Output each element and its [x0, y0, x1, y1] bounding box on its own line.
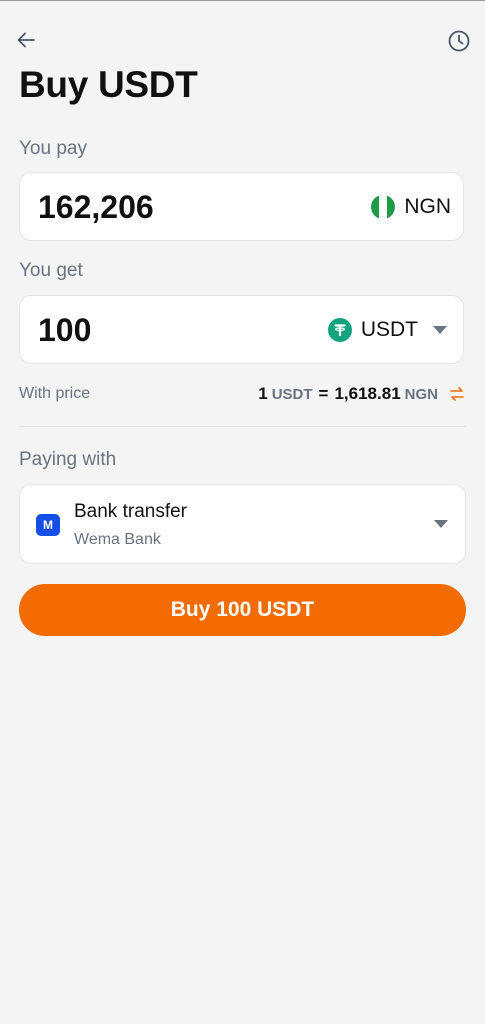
- divider: [19, 426, 466, 427]
- nigeria-flag-icon: [371, 194, 396, 219]
- pay-currency: NGN: [371, 173, 451, 240]
- rate-base-amount: 1: [258, 384, 268, 403]
- rate-value: 1,618.81: [334, 384, 401, 403]
- payment-method-title: Bank transfer: [74, 501, 187, 522]
- pay-amount-card[interactable]: NGN: [19, 172, 464, 241]
- payment-method-selector[interactable]: M Bank transfer Wema Bank: [19, 484, 466, 564]
- bank-logo-icon: M: [36, 514, 60, 536]
- top-border: [0, 0, 485, 1]
- you-get-label: You get: [19, 260, 83, 281]
- buy-button[interactable]: Buy 100 USDT: [19, 584, 466, 636]
- rate-quote-currency: NGN: [404, 385, 438, 403]
- page-title: Buy USDT: [19, 64, 198, 105]
- price-row: With price 1 USDT = 1,618.81 NGN: [19, 380, 466, 408]
- rate-base-currency: USDT: [271, 385, 313, 403]
- price-label: With price: [19, 385, 91, 402]
- you-pay-label: You pay: [19, 138, 87, 159]
- get-amount-card[interactable]: USDT: [19, 295, 464, 364]
- chevron-down-icon: [434, 520, 448, 528]
- swap-icon[interactable]: [448, 385, 466, 403]
- back-button[interactable]: [11, 25, 41, 55]
- rate-equals: =: [318, 384, 329, 403]
- clock-icon: [448, 30, 470, 52]
- exchange-rate: 1 USDT = 1,618.81 NGN: [258, 384, 466, 404]
- history-button[interactable]: [444, 26, 474, 56]
- tether-icon: [327, 317, 352, 342]
- arrow-left-icon: [17, 32, 35, 48]
- pay-amount-input[interactable]: [38, 189, 258, 226]
- pay-currency-code: NGN: [404, 194, 451, 218]
- get-currency-code: USDT: [360, 317, 418, 341]
- bank-name: Wema Bank: [74, 531, 161, 548]
- chevron-down-icon: [433, 325, 447, 334]
- get-amount-input[interactable]: [38, 312, 258, 349]
- paying-with-label: Paying with: [19, 449, 117, 470]
- get-currency-selector[interactable]: USDT: [327, 296, 447, 363]
